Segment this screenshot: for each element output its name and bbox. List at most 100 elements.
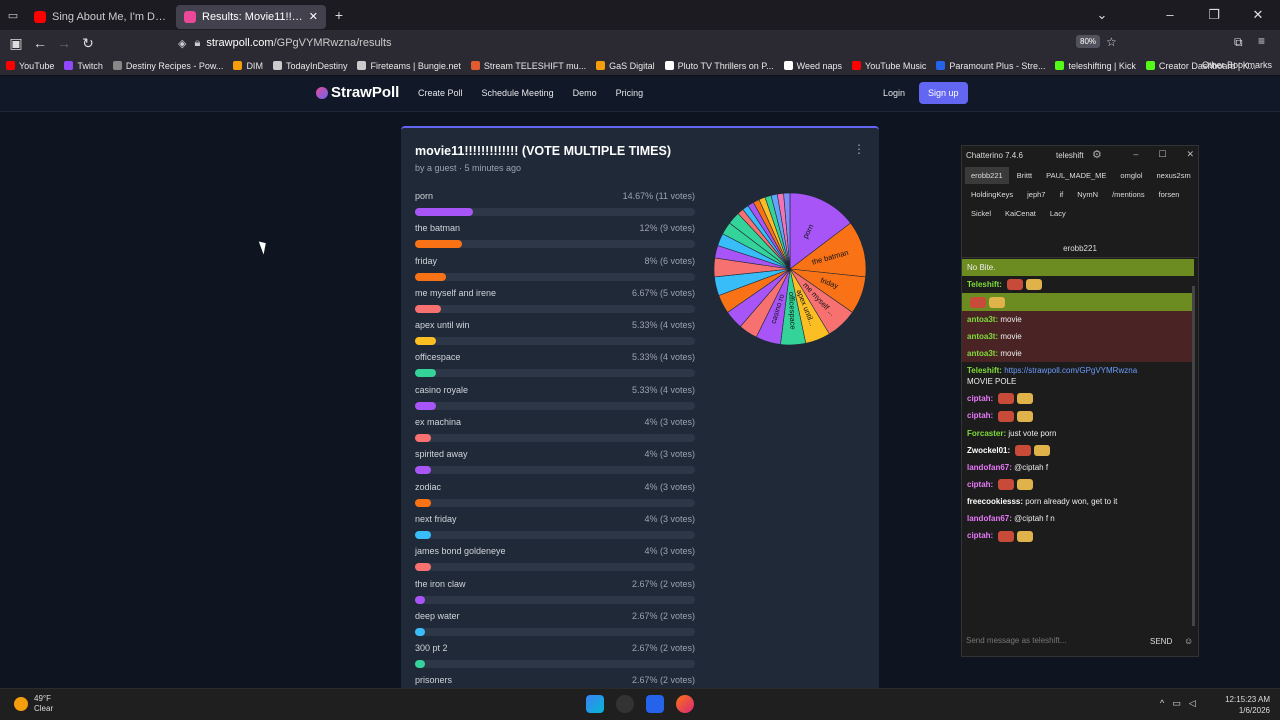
chat-message-user[interactable]: ciptah: (967, 411, 993, 420)
chat-message-user[interactable]: antoa3t: (967, 315, 998, 324)
nav-demo[interactable]: Demo (573, 88, 597, 98)
maximize-button[interactable]: ❐ (1192, 0, 1236, 30)
tray-overflow-icon[interactable]: ^ (1160, 698, 1164, 709)
chat-scrollbar[interactable] (1192, 286, 1195, 626)
new-tab-button[interactable]: + (326, 7, 352, 23)
chat-message-user[interactable]: antoa3t: (967, 349, 998, 358)
extensions-icon[interactable]: ⧉ (1234, 35, 1243, 50)
volume-icon[interactable]: ◁ (1189, 698, 1196, 709)
result-row: me myself and irene 6.67% (5 votes) (415, 288, 695, 320)
chat-message: ciptah: (962, 407, 1194, 424)
nav-create-poll[interactable]: Create Poll (418, 88, 463, 98)
lock-icon: 🔒︎ (194, 36, 201, 49)
bookmark-item[interactable]: Stream TELESHIFT mu... (470, 61, 586, 71)
chat-message-user[interactable]: Teleshift: (967, 280, 1002, 289)
chat-minimize-button[interactable]: – (1133, 149, 1138, 160)
back-icon[interactable]: ← (28, 35, 52, 51)
tab-strawpoll[interactable]: Results: Movie11!!!!!!!!!!!!! (VOTE ✕ (176, 4, 326, 29)
weather-condition: Clear (34, 704, 54, 713)
chat-tab[interactable]: omglol (1114, 167, 1148, 184)
bookmark-item[interactable]: DIM (233, 61, 263, 71)
chat-message-user[interactable]: ciptah: (967, 531, 993, 540)
chat-message-user[interactable]: landofan67: (967, 514, 1012, 523)
chat-tab[interactable]: Brittt (1011, 167, 1038, 184)
chat-tab[interactable]: NymN (1071, 186, 1104, 203)
chat-tab[interactable]: KaiCenat (999, 205, 1042, 222)
chat-tab[interactable]: Lacy (1044, 205, 1072, 222)
nav-schedule-meeting[interactable]: Schedule Meeting (482, 88, 554, 98)
result-option-name: 300 pt 2 (415, 643, 448, 654)
chat-tab[interactable]: /mentions (1106, 186, 1151, 203)
chat-message-user[interactable]: ciptah: (967, 394, 993, 403)
bookmark-item[interactable]: YouTube (6, 61, 54, 71)
chat-username[interactable]: teleshift (1056, 151, 1084, 160)
firefox-icon[interactable] (676, 695, 694, 713)
chat-tab[interactable]: HoldingKeys (965, 186, 1019, 203)
send-button[interactable]: SEND (1150, 637, 1172, 646)
start-menu-icon[interactable] (586, 695, 604, 713)
obs-icon[interactable] (616, 695, 634, 713)
network-icon[interactable]: ▭ (1172, 698, 1181, 709)
bookmark-item[interactable]: Paramount Plus - Stre... (936, 61, 1045, 71)
chat-message-text: movie (1000, 331, 1022, 341)
gear-icon[interactable]: ⚙ (1092, 148, 1102, 161)
menu-icon[interactable]: ≡ (1258, 34, 1265, 48)
tab-overflow-icon[interactable]: ⌄ (1080, 0, 1124, 30)
chat-close-button[interactable]: ✕ (1186, 149, 1194, 160)
clock[interactable]: 12:15:23 AM 1/6/2026 (1212, 694, 1270, 716)
result-bar-track (415, 595, 695, 604)
result-bar-track (415, 240, 695, 249)
emoji-icon[interactable]: ☺ (1184, 636, 1193, 646)
chat-message-user[interactable]: ciptah: (967, 480, 993, 489)
chat-maximize-button[interactable]: ☐ (1158, 149, 1166, 160)
signup-button[interactable]: Sign up (919, 82, 968, 104)
chat-tab[interactable]: nexus2sm (1151, 167, 1197, 184)
result-bar-track (415, 304, 695, 313)
strawpoll-logo[interactable]: StrawPoll (316, 84, 399, 101)
chat-tab[interactable]: jeph7 (1021, 186, 1051, 203)
browser-tabstrip: ▭ Sing About Me, I'm Dying Of Thirst Res… (0, 0, 1280, 30)
weather-widget[interactable]: 49°F Clear (14, 694, 53, 714)
login-link[interactable]: Login (883, 88, 905, 98)
more-options-icon[interactable]: ⋮ (853, 142, 865, 156)
close-window-button[interactable]: ✕ (1236, 0, 1280, 30)
sidebar-icon[interactable]: ▣ (4, 35, 28, 52)
chat-input[interactable]: Send message as teleshift... (966, 636, 1067, 645)
result-row: zodiac 4% (3 votes) (415, 482, 695, 514)
chat-message-text[interactable]: https://strawpoll.com/GPgVYMRwzna (1004, 366, 1137, 375)
chat-tab[interactable]: Sickel (965, 205, 997, 222)
chat-message: Forcaster: just vote porn (962, 425, 1194, 442)
tab-list-icon[interactable]: ▭ (0, 9, 26, 22)
chat-tab[interactable]: forsen (1153, 186, 1186, 203)
bookmark-item[interactable]: YouTube Music (852, 61, 926, 71)
result-option-name: spirited away (415, 449, 468, 460)
nav-pricing[interactable]: Pricing (616, 88, 644, 98)
chat-message-user[interactable]: Zwockel01: (967, 446, 1010, 455)
chat-message-user[interactable]: antoa3t: (967, 332, 998, 341)
zoom-level[interactable]: 80% (1076, 35, 1101, 48)
tab-youtube[interactable]: Sing About Me, I'm Dying Of Thirst (26, 5, 176, 29)
chat-message-user[interactable]: freecookiesss: (967, 497, 1023, 506)
chat-tab[interactable]: PAUL_MADE_ME (1040, 167, 1112, 184)
chatterino-app-icon[interactable] (646, 695, 664, 713)
bookmark-item[interactable]: teleshifting | Kick (1055, 61, 1136, 71)
bookmark-item[interactable]: Destiny Recipes - Pow... (112, 61, 223, 71)
bookmark-item[interactable]: TodayInDestiny (272, 61, 347, 71)
chat-tab[interactable]: erobb221 (965, 167, 1009, 184)
other-bookmarks[interactable]: Other Bookmarks (1202, 60, 1272, 70)
reload-icon[interactable]: ↻ (76, 35, 100, 52)
chat-message-user[interactable]: Forcaster: (967, 429, 1006, 438)
bookmark-item[interactable]: Fireteams | Bungie.net (357, 61, 461, 71)
chat-message-user[interactable]: Teleshift: (967, 366, 1002, 375)
chat-tab[interactable]: if (1053, 186, 1069, 203)
bookmark-star-icon[interactable]: ☆ (1106, 35, 1117, 49)
bookmark-item[interactable]: Pluto TV Thrillers on P... (664, 61, 774, 71)
forward-icon[interactable]: → (52, 35, 76, 51)
minimize-button[interactable]: – (1148, 0, 1192, 30)
bookmark-item[interactable]: Twitch (64, 61, 103, 71)
chat-message-user[interactable]: landofan67: (967, 463, 1012, 472)
bookmark-item[interactable]: GaS Digital (596, 61, 655, 71)
bookmark-item[interactable]: Weed naps (783, 61, 842, 71)
url-bar[interactable]: ◈ 🔒︎ strawpoll.com /GPgVYMRwzna/results (178, 32, 1128, 54)
close-tab-icon[interactable]: ✕ (309, 10, 318, 23)
